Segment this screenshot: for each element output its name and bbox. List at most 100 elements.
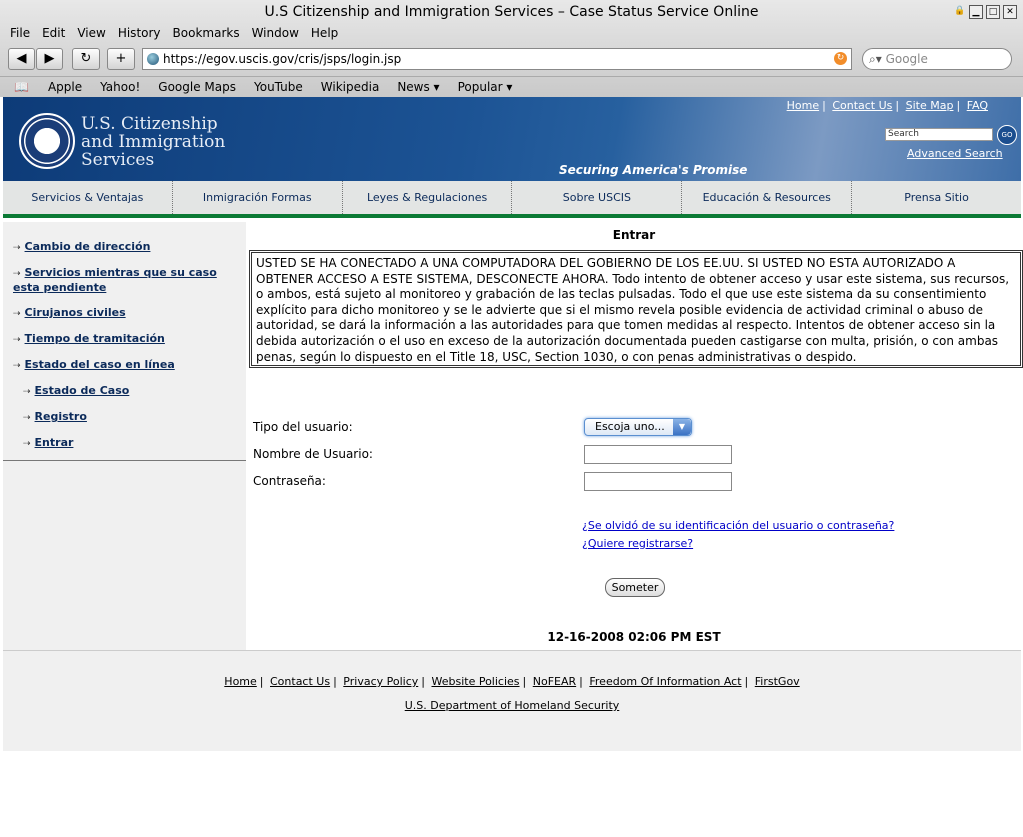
top-link-contact[interactable]: Contact Us [829, 99, 895, 112]
go-button[interactable]: GO [997, 125, 1017, 145]
main-content: Entrar USTED SE HA CONECTADO A UNA COMPU… [247, 222, 1023, 650]
main-nav: Servicios & Ventajas Inmigración Formas … [3, 181, 1021, 218]
password-field[interactable] [584, 472, 732, 491]
search-placeholder: Google [885, 52, 928, 66]
tab-sobre-uscis[interactable]: Sobre USCIS [512, 181, 683, 214]
footer-link-website-policies[interactable]: Website Policies [431, 675, 519, 688]
rss-refresh-icon[interactable]: ↻ [834, 52, 847, 65]
bookmarks-bar: 📖 Apple Yahoo! Google Maps YouTube Wikip… [0, 76, 1023, 97]
agency-name[interactable]: U.S. Citizenship and Immigration Service… [81, 115, 225, 169]
arrow-icon: ⇢ [13, 269, 21, 279]
footer-link-nofear[interactable]: NoFEAR [533, 675, 576, 688]
chevron-down-icon: ▼ [673, 419, 691, 435]
user-type-value: Escoja uno... [595, 420, 665, 433]
forward-button[interactable]: ▶ [36, 48, 63, 70]
user-type-select[interactable]: Escoja uno... ▼ [584, 418, 692, 436]
dhs-link[interactable]: U.S. Department of Homeland Security [3, 699, 1021, 712]
arrow-icon: ⇢ [23, 413, 31, 423]
sidebar-item-label: Estado de Caso [34, 384, 130, 397]
arrow-icon: ⇢ [13, 243, 21, 253]
sidebar-item-label: Entrar [34, 436, 74, 449]
sidebar-divider [3, 460, 246, 461]
arrow-icon: ⇢ [13, 361, 21, 371]
top-links: Home | Contact Us | Site Map | FAQ [784, 99, 991, 112]
bookmark-youtube[interactable]: YouTube [245, 80, 312, 94]
tab-inmigracion-formas[interactable]: Inmigración Formas [173, 181, 343, 214]
sidebar-item-registro[interactable]: ⇢ Registro [23, 410, 87, 423]
sidebar-item-label: Tiempo de tramitación [24, 332, 165, 345]
close-icon[interactable]: ✕ [1003, 5, 1017, 19]
sidebar-item-cambio-direccion[interactable]: ⇢ Cambio de dirección [13, 240, 150, 253]
footer-link-home[interactable]: Home [224, 675, 256, 688]
footer-link-firstgov[interactable]: FirstGov [755, 675, 800, 688]
back-button[interactable]: ◀ [8, 48, 35, 70]
sidebar-item-label: Registro [34, 410, 87, 423]
user-type-label: Tipo del usuario: [253, 420, 353, 434]
username-field[interactable] [584, 445, 732, 464]
slogan: Securing America's Promise [559, 163, 748, 177]
top-link-home[interactable]: Home [784, 99, 822, 112]
browser-chrome: U.S Citizenship and Immigration Services… [0, 0, 1023, 97]
minimize-icon[interactable]: ▁ [969, 5, 983, 19]
forgot-credentials-link[interactable]: ¿Se olvidó de su identificación del usua… [582, 519, 894, 532]
footer-link-contact[interactable]: Contact Us [270, 675, 330, 688]
sidebar-item-cirujanos[interactable]: ⇢ Cirujanos civiles [13, 306, 126, 319]
menu-window[interactable]: Window [246, 24, 305, 42]
globe-icon [147, 53, 159, 65]
password-label: Contraseña: [253, 474, 326, 488]
site-search-input[interactable]: Search [885, 128, 993, 141]
menu-help[interactable]: Help [305, 24, 344, 42]
window-controls: 🔒 ▁ □ ✕ [954, 5, 1017, 19]
address-bar[interactable]: https://egov.uscis.gov/cris/jsps/login.j… [142, 48, 852, 70]
navigation-toolbar: ◀ ▶ ↻ + https://egov.uscis.gov/cris/jsps… [0, 44, 1023, 74]
window-title: U.S Citizenship and Immigration Services… [264, 4, 759, 20]
submit-button[interactable]: Someter [605, 578, 665, 597]
reload-button[interactable]: ↻ [72, 48, 100, 70]
sidebar: ⇢ Cambio de dirección ⇢ Servicios mientras… [3, 222, 246, 650]
arrow-icon: ⇢ [23, 387, 31, 397]
menu-view[interactable]: View [71, 24, 111, 42]
url-text: https://egov.uscis.gov/cris/jsps/login.j… [163, 52, 402, 66]
arrow-icon: ⇢ [23, 439, 31, 449]
search-icon: ⌕▾ [869, 52, 882, 66]
agency-line2: and Immigration [81, 132, 226, 152]
add-bookmark-button[interactable]: + [107, 48, 135, 70]
browser-window: U.S Citizenship and Immigration Services… [0, 0, 1023, 837]
tab-servicios[interactable]: Servicios & Ventajas [3, 181, 173, 214]
bookmark-news[interactable]: News ▾ [388, 80, 448, 94]
menu-history[interactable]: History [112, 24, 167, 42]
sidebar-item-tiempo[interactable]: ⇢ Tiempo de tramitación [13, 332, 165, 345]
bookmark-apple[interactable]: Apple [39, 80, 91, 94]
tab-leyes[interactable]: Leyes & Regulaciones [343, 181, 513, 214]
tab-prensa[interactable]: Prensa Sitio [852, 181, 1021, 214]
footer-link-privacy[interactable]: Privacy Policy [343, 675, 418, 688]
bookmark-yahoo[interactable]: Yahoo! [91, 80, 149, 94]
tab-educacion[interactable]: Educación & Resources [682, 181, 853, 214]
top-link-sitemap[interactable]: Site Map [903, 99, 957, 112]
footer: Home | Contact Us | Privacy Policy | Websit… [3, 650, 1021, 751]
search-field[interactable]: ⌕▾ Google [862, 48, 1012, 70]
book-icon[interactable]: 📖 [0, 80, 39, 94]
sidebar-item-entrar[interactable]: ⇢ Entrar [23, 436, 73, 449]
agency-line1: U.S. Citizenship [81, 114, 218, 134]
menu-bar: File Edit View History Bookmarks Window … [4, 24, 344, 42]
dhs-seal-icon [19, 113, 75, 169]
register-link[interactable]: ¿Quiere registrarse? [582, 537, 693, 550]
sidebar-item-estado-linea[interactable]: ⇢ Estado del caso en línea [13, 358, 175, 371]
bookmark-popular[interactable]: Popular ▾ [449, 80, 522, 94]
agency-line3: Services [81, 150, 155, 170]
menu-edit[interactable]: Edit [36, 24, 71, 42]
advanced-search-link[interactable]: Advanced Search [907, 147, 1003, 160]
footer-links: Home | Contact Us | Privacy Policy | Websit… [224, 675, 800, 688]
warning-notice: USTED SE HA CONECTADO A UNA COMPUTADORA … [249, 250, 1023, 368]
sidebar-item-estado-caso[interactable]: ⇢ Estado de Caso [23, 384, 129, 397]
bookmark-google-maps[interactable]: Google Maps [149, 80, 245, 94]
page-title: Entrar [612, 228, 656, 242]
maximize-icon[interactable]: □ [986, 5, 1000, 19]
bookmark-wikipedia[interactable]: Wikipedia [312, 80, 389, 94]
footer-link-foia[interactable]: Freedom Of Information Act [589, 675, 741, 688]
menu-file[interactable]: File [4, 24, 36, 42]
top-link-faq[interactable]: FAQ [964, 99, 991, 112]
menu-bookmarks[interactable]: Bookmarks [167, 24, 246, 42]
sidebar-item-servicios-pendiente[interactable]: ⇢ Servicios mientras que su caso esta pen… [13, 266, 233, 295]
